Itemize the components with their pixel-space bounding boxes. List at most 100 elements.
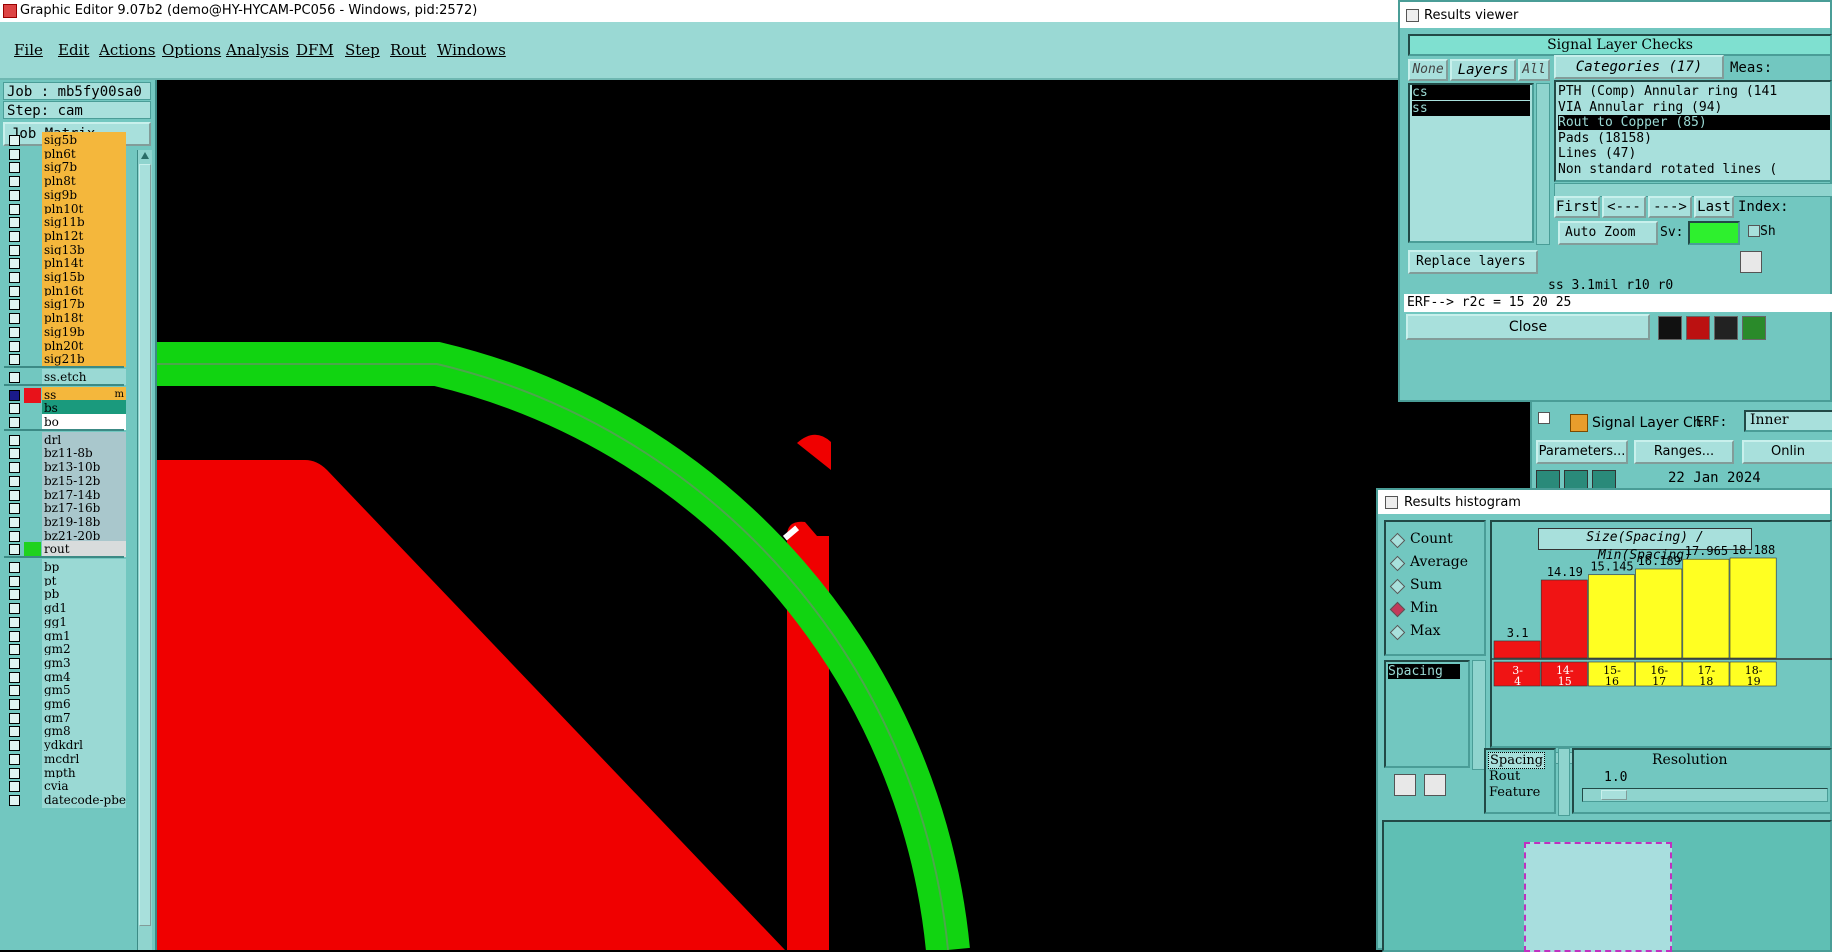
layer-checkbox[interactable] [9,712,20,724]
layer-name[interactable]: rout [42,541,126,558]
step-icon[interactable] [1564,470,1588,490]
categories-hscrollbar[interactable] [1554,183,1832,197]
layer-item-cs[interactable]: cs [1412,85,1530,100]
layers-scrollbar[interactable] [1536,83,1550,245]
ranges-button[interactable]: Ranges... [1634,440,1734,464]
layer-checkbox[interactable] [9,726,20,738]
histogram-bar[interactable] [1729,557,1777,659]
menu-rout[interactable]: Rout [390,41,426,59]
layer-checkbox[interactable] [9,389,20,401]
layer-checkbox[interactable] [9,516,20,528]
layer-row-ss.etch[interactable]: ss.etch [4,368,126,385]
layer-checkbox[interactable] [9,340,20,352]
layer-checkbox[interactable] [9,699,20,710]
category-item[interactable]: PTH (Comp) Annular ring (141 [1558,84,1830,99]
layer-checkbox[interactable] [9,794,20,806]
layer-checkbox[interactable] [9,371,20,383]
layer-checkbox[interactable] [9,740,20,752]
mode-radio-max[interactable]: Max [1389,622,1482,644]
layer-checkbox[interactable] [9,781,20,793]
layer-name[interactable]: ss.etch [42,368,126,385]
delete-icon[interactable] [1740,251,1762,273]
layer-checkbox[interactable] [9,203,20,215]
attribute-scrollbar[interactable] [1558,748,1570,816]
mode-radio-sum[interactable]: Sum [1389,576,1482,598]
graphics-canvas[interactable] [155,80,1400,950]
layer-checkbox[interactable] [9,326,20,338]
last-button[interactable]: Last [1694,196,1734,218]
attribute-feature[interactable]: Feature [1489,785,1540,800]
radio-indicator[interactable] [1389,601,1406,618]
menu-step[interactable]: Step [345,41,380,59]
layer-checkbox[interactable] [9,434,20,446]
chart-icon[interactable] [1658,316,1682,340]
layer-checkbox[interactable] [9,462,20,474]
resolution-slider-thumb[interactable] [1601,790,1627,800]
category-item[interactable]: Non standard rotated lines ( [1558,162,1830,177]
category-item[interactable]: Rout to Copper (85) [1558,115,1830,130]
layer-checkbox[interactable] [9,403,20,415]
sh-checkbox[interactable] [1748,225,1760,237]
sv-color-button[interactable] [1688,221,1740,245]
menu-analysis[interactable]: Analysis [226,41,289,59]
select-all-button[interactable]: All [1518,59,1550,81]
signal-check-checkbox[interactable] [1538,412,1550,424]
layers-list[interactable]: cs ss [1408,83,1534,243]
layer-checkbox[interactable] [9,162,20,174]
histogram-bar[interactable] [1588,574,1635,659]
layer-checkbox[interactable] [9,616,20,628]
histogram-bar[interactable] [1635,568,1683,659]
layer-checkbox[interactable] [9,685,20,697]
category-item[interactable]: Pads (18158) [1558,131,1830,146]
layer-checkbox[interactable] [9,299,20,311]
layer-checkbox[interactable] [9,272,20,283]
layer-checkbox[interactable] [9,489,20,501]
menu-dfm[interactable]: DFM [296,41,334,59]
first-button[interactable]: First [1554,196,1600,218]
attribute-spacing[interactable]: Spacing [1488,752,1546,769]
category-item[interactable]: Lines (47) [1558,146,1830,161]
refresh-icon[interactable] [1742,316,1766,340]
layer-row-rout[interactable]: rout [4,541,126,558]
layer-checkbox[interactable] [9,544,20,556]
menu-options[interactable]: Options [162,41,221,59]
layer-checkbox[interactable] [9,767,20,779]
scroll-up-icon[interactable] [141,152,149,159]
layer-list-scrollbar[interactable] [137,150,152,950]
results-icon[interactable] [1592,470,1616,490]
layer-checkbox[interactable] [9,258,20,270]
layer-row-sig21b[interactable]: sig21b [4,351,126,368]
histogram-bar[interactable] [1493,640,1541,659]
layer-checkbox[interactable] [9,230,20,242]
histogram-chart[interactable]: 3.13-414.1914-1515.14515-1616.18916-1717… [1492,522,1832,748]
mode-radio-min[interactable]: Min [1389,599,1482,621]
layer-checkbox[interactable] [9,589,20,601]
menu-file[interactable]: File [14,41,43,59]
field-item-spacing[interactable]: Spacing [1388,664,1460,679]
menu-windows[interactable]: Windows [437,41,506,59]
layer-row-bo[interactable]: bo [4,414,126,430]
layer-checkbox[interactable] [9,285,20,297]
erf-value-field[interactable]: Inner [1744,410,1832,432]
layers-button[interactable]: Layers [1450,59,1516,81]
attribute-rout[interactable]: Rout [1489,769,1520,784]
layer-checkbox[interactable] [9,657,20,669]
layer-row-datecode-pbe[interactable]: datecode-pbe [4,791,126,808]
layer-checkbox[interactable] [9,603,20,615]
layer-checkbox[interactable] [9,562,20,573]
auto-zoom-button[interactable]: Auto Zoom [1558,221,1658,245]
prev-button[interactable]: <--- [1602,196,1646,218]
layer-checkbox[interactable] [9,135,20,146]
radio-indicator[interactable] [1389,555,1406,572]
clear-icon[interactable] [1714,316,1738,340]
categories-list[interactable]: PTH (Comp) Annular ring (141 VIA Annular … [1554,80,1832,182]
histogram-bar[interactable] [1540,579,1588,659]
layer-checkbox[interactable] [9,575,20,587]
attribute-list[interactable]: Spacing Rout Feature [1484,748,1556,814]
radio-indicator[interactable] [1389,532,1406,549]
layer-checkbox[interactable] [9,354,20,366]
report-icon[interactable] [1686,316,1710,340]
next-button[interactable]: ---> [1648,196,1692,218]
layer-name[interactable]: datecode-pbe [42,791,126,808]
mode-radio-count[interactable]: Count [1389,530,1482,552]
